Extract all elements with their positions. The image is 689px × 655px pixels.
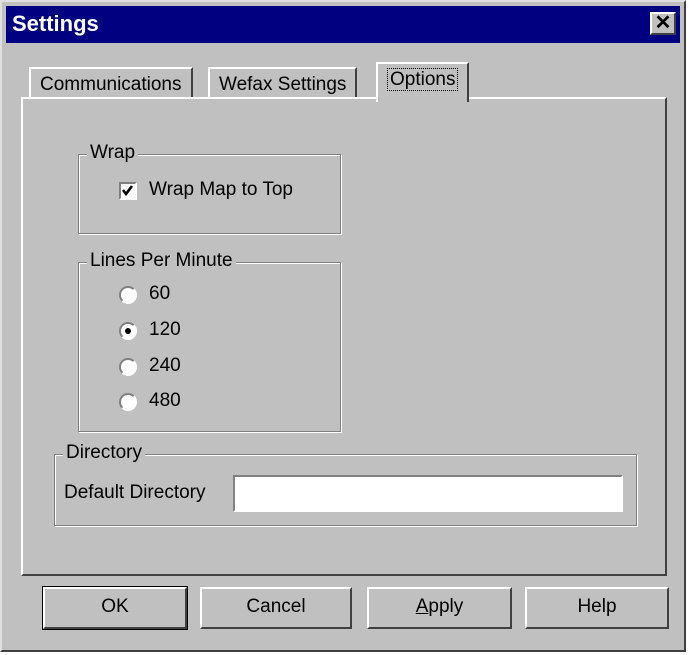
help-button-label: Help [577,596,617,617]
ok-button-label: OK [101,596,129,617]
directory-group-legend: Directory [63,442,146,464]
radio-120-label[interactable]: 120 [149,319,181,341]
close-icon: ✕ [654,12,672,34]
tab-communications-label: Communications [40,74,182,95]
apply-button-mnemonic: A [415,596,429,617]
cancel-button-label: Cancel [246,596,306,617]
ok-button[interactable]: OK [42,586,188,630]
radio-240[interactable] [119,358,137,376]
window-title: Settings [12,11,99,36]
lpm-group-legend: Lines Per Minute [87,250,236,272]
default-directory-label: Default Directory [64,482,206,503]
radio-480-label[interactable]: 480 [149,390,181,412]
tab-wefax-settings[interactable]: Wefax Settings [208,67,358,101]
radio-selected-dot [125,328,131,334]
tab-options-label: Options [387,68,459,91]
tab-wefax-settings-label: Wefax Settings [219,74,347,95]
radio-60[interactable] [119,286,137,304]
tab-options[interactable]: Options [376,62,470,102]
radio-120[interactable] [119,322,137,340]
directory-group: Directory Default Directory [54,442,637,526]
apply-button[interactable]: Apply [367,587,512,629]
radio-480[interactable] [119,393,137,411]
radio-60-label[interactable]: 60 [149,283,170,305]
title-bar[interactable]: Settings ✕ [6,6,680,43]
wrap-group: Wrap Wrap Map to Top [78,142,341,234]
wrap-map-label[interactable]: Wrap Map to Top [149,179,293,201]
options-panel: Wrap Wrap Map to Top Lines Per Minute 60… [21,97,667,576]
wrap-map-checkbox[interactable] [119,182,137,200]
radio-240-label[interactable]: 240 [149,355,181,377]
lines-per-minute-group: Lines Per Minute 60 120 240 480 [78,250,341,432]
checkmark-icon [121,185,134,197]
tab-communications[interactable]: Communications [29,67,193,101]
cancel-button[interactable]: Cancel [200,587,352,629]
default-directory-input[interactable] [233,475,623,512]
help-button[interactable]: Help [525,587,669,629]
close-button[interactable]: ✕ [650,12,676,35]
wrap-group-legend: Wrap [87,142,139,164]
apply-button-label: pply [428,596,464,617]
